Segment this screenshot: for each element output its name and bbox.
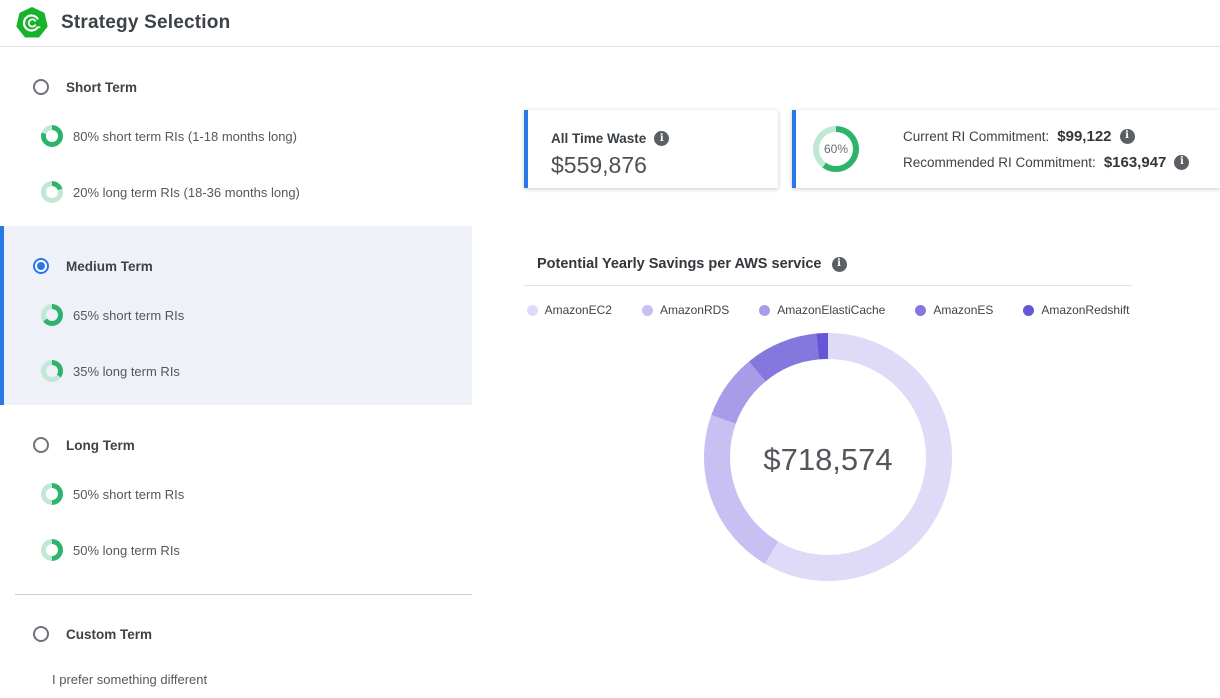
recommended-ri-commitment-value: $163,947 (1104, 154, 1167, 171)
custom-term-description: I prefer something different (15, 672, 472, 687)
legend-dot (642, 305, 653, 316)
percent-ring-indicator (41, 304, 63, 326)
ri-coverage-gauge-label: 60% (813, 126, 859, 172)
current-ri-commitment-label: Current RI Commitment: (903, 129, 1049, 144)
strategy-option-medium-term[interactable]: Medium Term (15, 257, 472, 275)
legend-item-amazones[interactable]: AmazonES (915, 303, 993, 317)
radio-long-term[interactable] (33, 437, 49, 453)
legend-label: AmazonRDS (660, 303, 729, 317)
info-icon[interactable]: i (1120, 129, 1135, 144)
all-time-waste-card: All Time Waste i $559,876 (524, 110, 778, 188)
legend-label: AmazonElastiCache (777, 303, 885, 317)
info-icon[interactable]: i (832, 257, 847, 272)
legend-item-amazonrds[interactable]: AmazonRDS (642, 303, 729, 317)
strategy-group-short-term: Short Term 80% short term RIs (1-18 month… (15, 78, 472, 214)
strategy-group-label: Medium Term (66, 259, 153, 274)
strategy-split-item: 50% short term RIs (15, 483, 472, 505)
percent-ring-indicator (41, 483, 63, 505)
legend-item-amazonec2[interactable]: AmazonEC2 (527, 303, 612, 317)
recommended-ri-commitment-label: Recommended RI Commitment: (903, 155, 1096, 170)
all-time-waste-label: All Time Waste (551, 131, 646, 146)
strategy-split-label: 65% short term RIs (73, 308, 184, 323)
all-time-waste-value: $559,876 (551, 152, 778, 179)
strategy-split-item: 35% long term RIs (15, 360, 472, 382)
strategy-group-long-term: Long Term 50% short term RIs 50% long term… (15, 405, 472, 572)
percent-ring-indicator (41, 539, 63, 561)
radio-short-term[interactable] (33, 79, 49, 95)
strategy-split-label: 80% short term RIs (1-18 months long) (73, 129, 297, 144)
percent-ring-indicator (41, 360, 63, 382)
savings-chart-panel: Potential Yearly Savings per AWS service… (524, 247, 1132, 592)
strategy-split-label: 20% long term RIs (18-36 months long) (73, 185, 300, 200)
donut-segment-amazones[interactable] (757, 346, 817, 371)
info-icon[interactable]: i (654, 131, 669, 146)
donut-segment-amazonec2[interactable] (771, 346, 939, 568)
current-ri-commitment-value: $99,122 (1057, 128, 1111, 145)
info-icon[interactable]: i (1174, 155, 1189, 170)
legend-label: AmazonRedshift (1041, 303, 1129, 317)
legend-item-amazonredshift[interactable]: AmazonRedshift (1023, 303, 1129, 317)
legend-dot (527, 305, 538, 316)
radio-custom-term[interactable] (33, 626, 49, 642)
strategy-split-item: 50% long term RIs (15, 539, 472, 561)
page-header: Strategy Selection (0, 0, 1220, 47)
strategy-group-custom-term: Custom Term I prefer something different (15, 595, 472, 698)
strategy-option-short-term[interactable]: Short Term (15, 78, 472, 96)
legend-dot (759, 305, 770, 316)
legend-dot (1023, 305, 1034, 316)
legend-dot (915, 305, 926, 316)
strategy-group-medium-term: Medium Term 65% short term RIs 35% long te… (0, 226, 472, 405)
legend-label: AmazonES (933, 303, 993, 317)
radio-medium-term-selected[interactable] (33, 258, 49, 274)
strategy-selection-list: Short Term 80% short term RIs (1-18 month… (15, 47, 472, 698)
savings-chart-title: Potential Yearly Savings per AWS service (537, 256, 822, 272)
strategy-option-custom-term[interactable]: Custom Term (15, 625, 472, 643)
cast-ai-logo-icon (16, 7, 48, 39)
strategy-group-label: Long Term (66, 438, 135, 453)
donut-segment-amazonrds[interactable] (717, 419, 771, 552)
strategy-split-item: 65% short term RIs (15, 304, 472, 326)
strategy-split-label: 50% short term RIs (73, 487, 184, 502)
strategy-split-item: 80% short term RIs (1-18 months long) (15, 125, 472, 147)
savings-donut-chart: $718,574 (698, 327, 958, 592)
savings-chart-legend: AmazonEC2 AmazonRDS AmazonElastiCache Amazo… (524, 303, 1132, 317)
ri-commitment-card: 60% Current RI Commitment: $99,122 i Rec… (792, 110, 1220, 188)
strategy-option-long-term[interactable]: Long Term (15, 436, 472, 454)
percent-ring-indicator (41, 181, 63, 203)
strategy-group-label: Short Term (66, 80, 137, 95)
strategy-split-item: 20% long term RIs (18-36 months long) (15, 181, 472, 203)
percent-ring-indicator (41, 125, 63, 147)
ri-coverage-gauge: 60% (813, 126, 859, 172)
legend-item-amazonelasticache[interactable]: AmazonElastiCache (759, 303, 885, 317)
legend-label: AmazonEC2 (545, 303, 612, 317)
page-title: Strategy Selection (61, 12, 230, 34)
strategy-group-label: Custom Term (66, 627, 152, 642)
donut-segment-amazonelasticache[interactable] (724, 371, 758, 419)
strategy-split-label: 35% long term RIs (73, 364, 180, 379)
strategy-split-label: 50% long term RIs (73, 543, 180, 558)
